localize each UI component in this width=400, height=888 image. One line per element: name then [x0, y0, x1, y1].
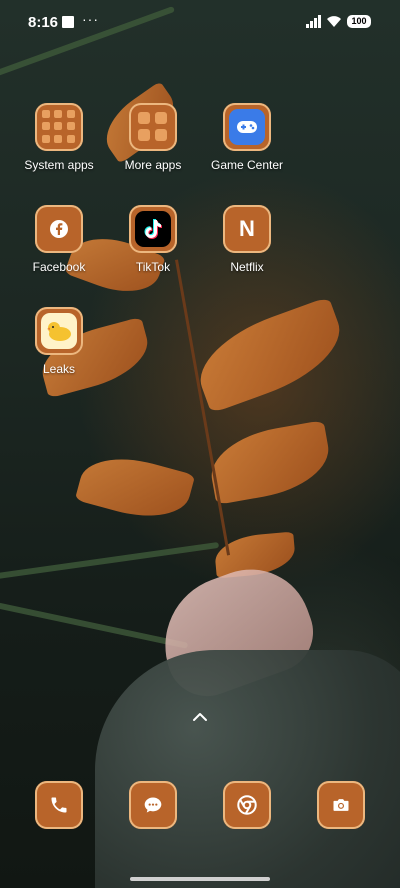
sweater-sleeve — [95, 650, 400, 888]
duck-icon — [35, 307, 83, 355]
app-leaks[interactable]: Leaks — [12, 307, 106, 376]
netflix-icon: N — [223, 205, 271, 253]
camera-icon — [333, 799, 349, 811]
leaf — [187, 296, 353, 414]
app-more-apps[interactable]: More apps — [106, 103, 200, 172]
app-label: System apps — [24, 158, 94, 172]
phone-icon — [51, 797, 67, 813]
notification-icon — [62, 16, 74, 28]
chevron-up-icon[interactable] — [192, 712, 208, 722]
dock-messages[interactable] — [129, 781, 177, 829]
folder-icon — [129, 103, 177, 151]
app-label: Netflix — [230, 260, 264, 274]
app-game-center[interactable]: Game Center — [200, 103, 294, 172]
status-bar: 8:16 ··· 100 — [0, 0, 400, 44]
dock-chrome[interactable] — [223, 781, 271, 829]
dock-phone[interactable] — [35, 781, 83, 829]
messages-icon — [144, 797, 162, 813]
folder-icon — [35, 103, 83, 151]
game-controller-icon — [223, 103, 271, 151]
app-label: TikTok — [135, 260, 171, 274]
app-label: Game Center — [210, 158, 284, 172]
dock-camera[interactable] — [317, 781, 365, 829]
pine-branch — [0, 597, 189, 649]
chrome-icon — [237, 795, 257, 815]
app-facebook[interactable]: Facebook — [12, 205, 106, 274]
app-system-apps[interactable]: System apps — [12, 103, 106, 172]
pine-branch — [0, 541, 220, 585]
wifi-icon — [327, 16, 341, 27]
tiktok-icon — [129, 205, 177, 253]
leaf — [74, 446, 196, 529]
signal-icon — [306, 15, 321, 28]
app-label: Leaks — [42, 362, 76, 376]
app-netflix[interactable]: N Netflix — [200, 205, 294, 274]
more-notifications-icon: ··· — [82, 11, 99, 27]
home-indicator[interactable] — [130, 877, 270, 881]
app-tiktok[interactable]: TikTok — [106, 205, 200, 274]
leaf — [205, 420, 335, 505]
netflix-glyph: N — [239, 216, 255, 241]
app-label: Facebook — [32, 260, 86, 274]
facebook-icon — [35, 205, 83, 253]
clock: 8:16 — [28, 14, 59, 31]
app-label: More apps — [124, 158, 182, 172]
battery-icon: 100 — [347, 15, 371, 28]
